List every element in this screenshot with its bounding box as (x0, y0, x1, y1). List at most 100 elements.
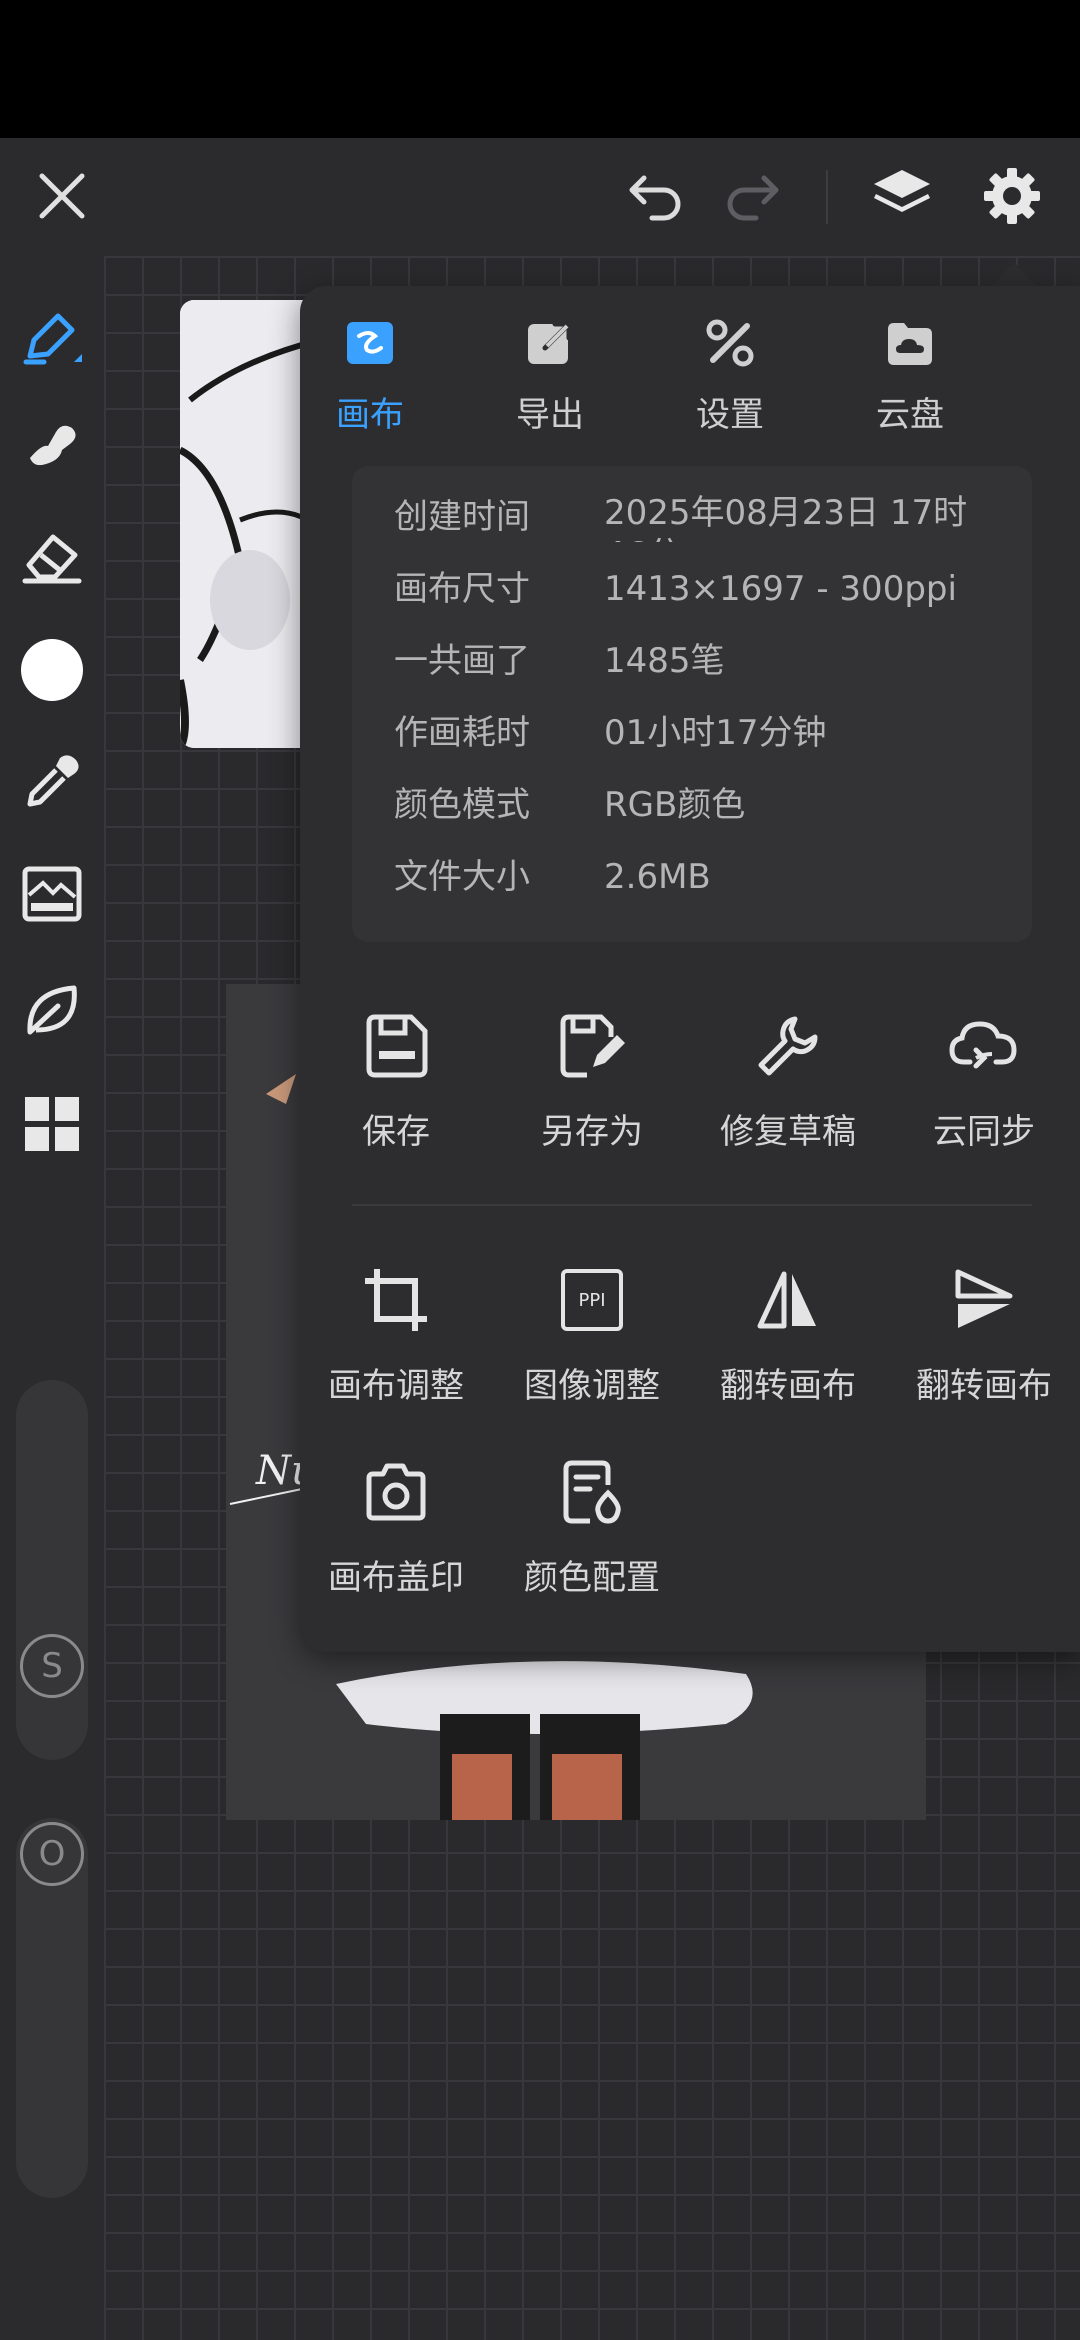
settings-tools-icon (703, 316, 757, 369)
cloud-drive-icon (883, 316, 937, 369)
tab-export[interactable]: 导出 (480, 316, 620, 436)
grid-apps-icon (25, 1097, 79, 1151)
info-key: 画布尺寸 (394, 569, 530, 609)
canvas-icon (343, 316, 397, 369)
opacity-label: O (38, 1834, 66, 1874)
brush-size-slider[interactable] (16, 1380, 88, 1760)
export-icon (523, 316, 577, 369)
smudge-tool[interactable] (14, 406, 90, 482)
info-row-created: 创建时间 2025年08月23日 17时46分 (394, 492, 1014, 542)
redo-button[interactable] (712, 156, 792, 236)
info-value: 1485笔 (604, 641, 725, 681)
shape-tool[interactable] (14, 972, 90, 1048)
info-row-file-size: 文件大小 2.6MB (394, 852, 1014, 902)
undo-button[interactable] (616, 156, 696, 236)
color-picker-swatch[interactable] (14, 632, 90, 708)
brush-size-knob[interactable]: S (20, 1634, 84, 1698)
eyedropper-tool[interactable] (14, 744, 90, 820)
image-adjust-label: 图像调整 (524, 1366, 660, 1406)
eraser-icon (22, 534, 82, 584)
save-label: 保存 (362, 1112, 430, 1152)
color-profile-label: 颜色配置 (524, 1558, 660, 1598)
info-value: 1413×1697 - 300ppi (604, 569, 957, 609)
canvas-stamp-button[interactable]: 画布盖印 (306, 1452, 486, 1602)
size-label: S (41, 1646, 63, 1686)
leaf-icon (27, 985, 77, 1035)
color-profile-button[interactable]: 颜色配置 (502, 1452, 682, 1602)
panel-pointer (992, 262, 1036, 286)
toolbar-divider (826, 170, 828, 224)
camera-icon (356, 1452, 436, 1532)
status-bar (0, 0, 1080, 138)
cloud-sync-label: 云同步 (933, 1112, 1035, 1152)
info-row-duration: 作画耗时 01小时17分钟 (394, 708, 1014, 758)
tab-canvas[interactable]: 画布 (300, 316, 440, 436)
flip-horizontal-button[interactable]: 翻转画布 (698, 1260, 878, 1410)
info-row-strokes: 一共画了 1485笔 (394, 636, 1014, 686)
canvas-adjust-button[interactable]: 画布调整 (306, 1260, 486, 1410)
info-value: 2.6MB (604, 857, 711, 897)
info-key: 颜色模式 (394, 785, 530, 825)
redo-icon (727, 175, 779, 221)
save-icon (356, 1006, 436, 1086)
smudge-icon (30, 425, 76, 466)
panel-separator (352, 1204, 1032, 1206)
brush-tool[interactable] (14, 300, 90, 376)
crop-icon (356, 1260, 436, 1340)
info-value: 2025年08月23日 17时46分 (604, 493, 968, 542)
undo-icon (629, 175, 681, 221)
navigator-thumbnail[interactable] (180, 300, 320, 748)
wrench-icon (748, 1006, 828, 1086)
image-adjust-button[interactable]: PPI 图像调整 (502, 1260, 682, 1410)
tab-cloud-drive[interactable]: 云盘 (840, 316, 980, 436)
info-row-size: 画布尺寸 1413×1697 - 300ppi (394, 564, 1014, 614)
settings-button[interactable] (972, 156, 1052, 236)
eraser-tool[interactable] (14, 518, 90, 594)
ppi-icon-text: PPI (561, 1269, 623, 1331)
tab-cloud-drive-label: 云盘 (876, 395, 944, 435)
top-toolbar (0, 138, 1080, 256)
layers-button[interactable] (862, 156, 942, 236)
close-button[interactable] (22, 156, 102, 236)
save-button[interactable]: 保存 (306, 1006, 486, 1156)
cloud-sync-button[interactable]: 云同步 (894, 1006, 1074, 1156)
info-value: RGB颜色 (604, 785, 746, 825)
info-key: 文件大小 (394, 857, 530, 897)
cloud-sync-icon (944, 1006, 1024, 1086)
close-icon (39, 173, 85, 219)
save-as-icon (552, 1006, 632, 1086)
repair-draft-button[interactable]: 修复草稿 (698, 1006, 878, 1156)
info-value: 01小时17分钟 (604, 713, 827, 753)
fill-tool[interactable] (14, 856, 90, 932)
tab-canvas-label: 画布 (336, 395, 404, 435)
save-as-button[interactable]: 另存为 (502, 1006, 682, 1156)
save-as-label: 另存为 (541, 1112, 643, 1152)
canvas-adjust-label: 画布调整 (328, 1366, 464, 1406)
canvas-info-box: 创建时间 2025年08月23日 17时46分 画布尺寸 1413×1697 -… (352, 466, 1032, 942)
eyedropper-icon (27, 755, 79, 807)
flip-vertical-icon (944, 1260, 1024, 1340)
info-key: 一共画了 (394, 641, 530, 681)
canvas-stamp-label: 画布盖印 (328, 1558, 464, 1598)
repair-draft-label: 修复草稿 (720, 1112, 856, 1152)
thumbnail-artwork (180, 300, 320, 748)
info-row-color-mode: 颜色模式 RGB颜色 (394, 780, 1014, 830)
tab-settings[interactable]: 设置 (660, 316, 800, 436)
image-adjust-icon (22, 866, 82, 922)
canvas-menu-panel: 画布 导出 设置 云盘 创建时间 2025年08月23日 17时 画布尺寸 14… (300, 286, 1080, 1652)
flip-horizontal-icon (748, 1260, 828, 1340)
ppi-icon: PPI (552, 1260, 632, 1340)
tab-settings-label: 设置 (696, 395, 764, 435)
current-color-swatch (21, 639, 83, 701)
info-key: 作画耗时 (394, 713, 530, 753)
flip-horizontal-label: 翻转画布 (720, 1366, 856, 1406)
pen-icon (23, 313, 82, 365)
color-profile-icon (552, 1452, 632, 1532)
flip-vertical-button[interactable]: 翻转画布 (894, 1260, 1074, 1410)
info-key: 创建时间 (394, 497, 530, 537)
gear-icon (984, 168, 1040, 224)
flip-vertical-label: 翻转画布 (916, 1366, 1052, 1406)
opacity-knob[interactable]: O (20, 1822, 84, 1886)
layers-icon (874, 170, 930, 212)
more-tools[interactable] (14, 1086, 90, 1162)
